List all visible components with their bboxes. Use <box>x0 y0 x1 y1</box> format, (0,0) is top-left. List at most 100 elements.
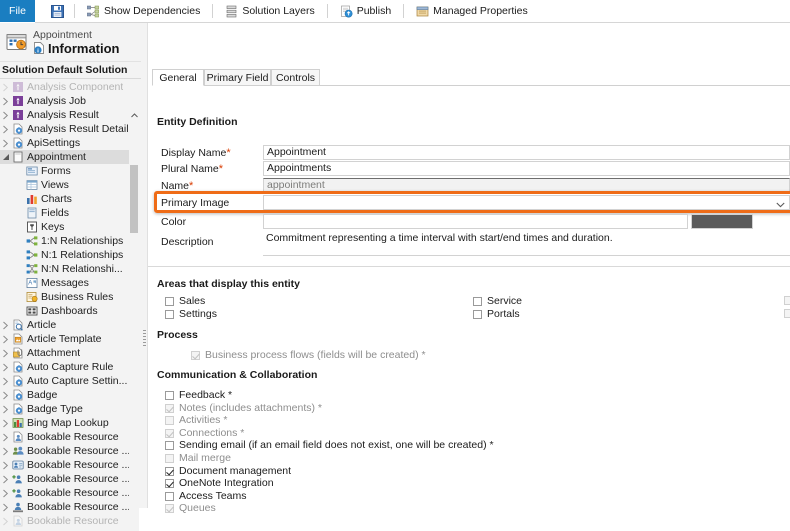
checkbox-notes-includes-attachments[interactable]: Notes (includes attachments) * <box>165 403 322 414</box>
tree-item-badge-type[interactable]: Badge Type <box>0 402 137 416</box>
expander-collapsed-icon[interactable] <box>0 139 11 148</box>
expander-collapsed-icon[interactable] <box>0 503 11 512</box>
description-input[interactable]: Commitment representing a time interval … <box>263 232 790 256</box>
expander-collapsed-icon[interactable] <box>0 111 11 120</box>
settings-entity-icon <box>11 361 24 373</box>
tree-item-bookable-resource[interactable]: Bookable Resource ... <box>0 500 137 514</box>
tree-item-messages[interactable]: AMessages <box>0 276 137 290</box>
checkbox-service[interactable]: Service <box>473 296 522 307</box>
tree-item-n-1-relationships[interactable]: N:1 Relationships <box>0 248 137 262</box>
sidebar-scroll-up-button[interactable] <box>130 111 139 119</box>
expander-collapsed-icon[interactable] <box>0 363 11 372</box>
expander-collapsed-icon[interactable] <box>0 517 11 526</box>
tab-primary-field[interactable]: Primary Field <box>204 69 271 86</box>
tree-item-1-n-relationships[interactable]: 1:N Relationships <box>0 234 137 248</box>
tree-item-appointment[interactable]: Appointment <box>0 150 137 164</box>
sidebar-scrollbar-track[interactable] <box>129 80 139 531</box>
tree-item-business-rules[interactable]: Business Rules <box>0 290 137 304</box>
sidebar-scrollbar-thumb[interactable] <box>130 165 138 233</box>
expander-collapsed-icon[interactable] <box>0 125 11 134</box>
checkbox-access-teams[interactable]: Access Teams <box>165 491 247 502</box>
entity-editor-window: File <box>0 0 790 508</box>
tree-item-attachment[interactable]: Attachment <box>0 346 137 360</box>
tree-item-bookable-resource[interactable]: Bookable Resource ... <box>0 472 137 486</box>
managed-properties-button[interactable]: Managed Properties <box>411 1 533 21</box>
tree-item-forms[interactable]: Forms <box>0 164 137 178</box>
tree-item-article-template[interactable]: Article Template <box>0 332 137 346</box>
checkbox-activities[interactable]: Activities * <box>165 415 227 426</box>
tree-item-dashboards[interactable]: Dashboards <box>0 304 137 318</box>
plural-name-input[interactable]: Appointments <box>263 161 790 176</box>
show-dependencies-button[interactable]: Show Dependencies <box>82 1 205 21</box>
splitter-grip-handle[interactable] <box>143 330 146 348</box>
expander-collapsed-icon[interactable] <box>0 391 11 400</box>
checkbox-sales[interactable]: Sales <box>165 296 205 307</box>
relationship-nn-icon <box>25 263 38 275</box>
expander-collapsed-icon[interactable] <box>0 321 11 330</box>
tree-item-views[interactable]: Views <box>0 178 137 192</box>
tree-item-auto-capture-settin[interactable]: Auto Capture Settin... <box>0 374 137 388</box>
checkbox-box <box>165 454 174 463</box>
checkbox-portals[interactable]: Portals <box>473 309 520 320</box>
tree-item-bookable-resource[interactable]: Bookable Resource <box>0 514 137 528</box>
tree-item-bookable-resource[interactable]: Bookable Resource ... <box>0 486 137 500</box>
tree-item-analysis-result-detail[interactable]: Analysis Result Detail <box>0 122 137 136</box>
publish-button[interactable]: Publish <box>335 1 396 21</box>
tree-item-label: ApiSettings <box>27 137 80 150</box>
expander-collapsed-icon[interactable] <box>0 335 11 344</box>
checkbox-connections[interactable]: Connections * <box>165 428 244 439</box>
tree-item-keys[interactable]: Keys <box>0 220 137 234</box>
checkbox-mail-merge[interactable]: Mail merge <box>165 453 231 464</box>
checkbox-third-column-2[interactable] <box>784 309 790 318</box>
checkbox-business-process-flows[interactable]: Business process flows (fields will be c… <box>191 350 426 361</box>
expander-collapsed-icon[interactable] <box>0 461 11 470</box>
expander-collapsed-icon[interactable] <box>0 83 11 92</box>
tree-item-analysis-component[interactable]: Analysis Component <box>0 80 137 94</box>
tree-item-n-n-relationshi[interactable]: N:N Relationshi... <box>0 262 137 276</box>
checkbox-box <box>165 404 174 413</box>
entity-tree[interactable]: Analysis ComponentAnalysis JobAnalysis R… <box>0 80 137 531</box>
name-input: appointment <box>263 178 790 193</box>
expander-expanded-icon[interactable] <box>0 153 11 161</box>
tree-item-analysis-result[interactable]: Analysis Result <box>0 108 137 122</box>
tree-item-analysis-job[interactable]: Analysis Job <box>0 94 137 108</box>
checkbox-onenote-integration[interactable]: OneNote Integration <box>165 478 274 489</box>
checkbox-label: Notes (includes attachments) * <box>179 403 322 414</box>
expander-collapsed-icon[interactable] <box>0 97 11 106</box>
file-menu-button[interactable]: File <box>0 0 35 22</box>
checkbox-settings[interactable]: Settings <box>165 309 217 320</box>
expander-collapsed-icon[interactable] <box>0 489 11 498</box>
tree-item-auto-capture-rule[interactable]: Auto Capture Rule <box>0 360 137 374</box>
checkbox-third-column-1[interactable] <box>784 296 790 305</box>
primary-image-dropdown[interactable] <box>263 195 790 210</box>
checkbox-document-management[interactable]: Document management <box>165 466 291 477</box>
checkbox-box <box>165 479 174 488</box>
save-button[interactable] <box>48 1 67 21</box>
expander-collapsed-icon[interactable] <box>0 447 11 456</box>
tree-item-bookable-resource[interactable]: Bookable Resource ... <box>0 444 137 458</box>
expander-collapsed-icon[interactable] <box>0 349 11 358</box>
color-swatch[interactable] <box>691 214 753 229</box>
tree-item-bing-map-lookup[interactable]: Bing Map Lookup <box>0 416 137 430</box>
tree-item-badge[interactable]: Badge <box>0 388 137 402</box>
checkbox-feedback[interactable]: Feedback * <box>165 390 232 401</box>
expander-collapsed-icon[interactable] <box>0 419 11 428</box>
display-name-input[interactable]: Appointment <box>263 145 790 160</box>
tree-item-fields[interactable]: Fields <box>0 206 137 220</box>
solution-layers-button[interactable]: Solution Layers <box>220 1 319 21</box>
expander-collapsed-icon[interactable] <box>0 433 11 442</box>
tab-controls[interactable]: Controls <box>271 69 320 86</box>
tree-item-charts[interactable]: Charts <box>0 192 137 206</box>
checkbox-sending-email-if-an-email-field-does-not[interactable]: Sending email (if an email field does no… <box>165 440 494 451</box>
checkbox-box <box>165 297 174 306</box>
tree-item-bookable-resource[interactable]: Bookable Resource <box>0 430 137 444</box>
checkbox-queues[interactable]: Queues <box>165 503 216 514</box>
expander-collapsed-icon[interactable] <box>0 475 11 484</box>
tree-item-apisettings[interactable]: ApiSettings <box>0 136 137 150</box>
expander-collapsed-icon[interactable] <box>0 405 11 414</box>
expander-collapsed-icon[interactable] <box>0 377 11 386</box>
tab-general[interactable]: General <box>152 69 204 86</box>
tree-item-article[interactable]: Article <box>0 318 137 332</box>
tree-item-bookable-resource[interactable]: Bookable Resource ... <box>0 458 137 472</box>
color-input[interactable] <box>263 214 688 229</box>
